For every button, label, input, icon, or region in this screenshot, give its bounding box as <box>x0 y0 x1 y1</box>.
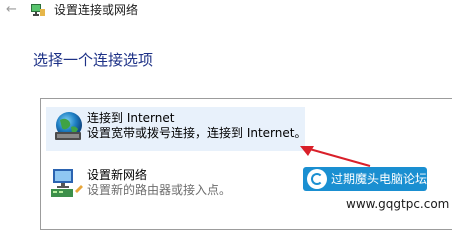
watermark-logo-icon <box>307 169 327 189</box>
globe-network-icon <box>55 112 82 140</box>
option-title: 连接到 Internet <box>87 111 175 125</box>
window-title: 设置连接或网络 <box>54 3 139 17</box>
back-arrow-icon[interactable]: ← <box>6 3 17 17</box>
watermark-text: 过期魔头电脑论坛 <box>331 172 428 186</box>
watermark-url: www.gqgtpc.com <box>346 197 450 211</box>
network-center-icon <box>31 4 45 16</box>
option-description: 设置宽带或拨号连接，连接到 Internet。 <box>87 126 307 140</box>
option-setup-new-network[interactable]: 设置新网络 设置新的路由器或接入点。 <box>87 168 231 198</box>
option-description: 设置新的路由器或接入点。 <box>87 183 232 197</box>
option-connect-internet[interactable]: 连接到 Internet 设置宽带或拨号连接，连接到 Internet。 <box>87 111 306 141</box>
new-network-router-icon <box>51 169 83 197</box>
option-title: 设置新网络 <box>87 168 148 182</box>
title-bar: ← 设置连接或网络 <box>0 0 452 24</box>
page-heading: 选择一个连接选项 <box>33 51 154 69</box>
